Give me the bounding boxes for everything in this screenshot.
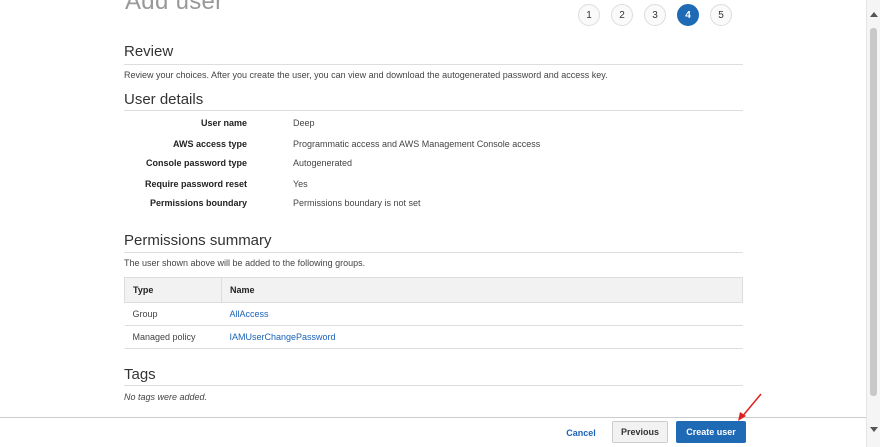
- add-user-review-page: Add user 1 2 3 4 5 Review Review your ch…: [0, 0, 880, 447]
- row-type: Group: [124, 302, 222, 326]
- previous-button[interactable]: Previous: [612, 421, 668, 443]
- table-row: Group AllAccess: [124, 302, 743, 326]
- aws-access-type-value: Programmatic access and AWS Management C…: [293, 139, 541, 149]
- console-password-type-value: Autogenerated: [293, 158, 353, 168]
- permissions-boundary-label: Permissions boundary: [149, 198, 247, 208]
- scroll-up-arrow-icon[interactable]: [870, 12, 878, 17]
- annotation-arrow-icon: [738, 393, 762, 421]
- step-1[interactable]: 1: [578, 4, 600, 26]
- table-row: Managed policy IAMUserChangePassword: [124, 325, 743, 349]
- user-name-label: User name: [200, 118, 247, 128]
- row-name-link[interactable]: IAMUserChangePassword: [221, 325, 743, 349]
- tags-heading: Tags: [124, 366, 156, 383]
- scroll-down-arrow-icon[interactable]: [870, 427, 878, 432]
- row-name-link[interactable]: AllAccess: [221, 302, 743, 326]
- step-5[interactable]: 5: [710, 4, 732, 26]
- review-description: Review your choices. After you create th…: [124, 70, 608, 80]
- row-type: Managed policy: [124, 325, 222, 349]
- step-3[interactable]: 3: [644, 4, 666, 26]
- column-header-type[interactable]: Type: [124, 277, 222, 303]
- permissions-table: Type Name Group AllAccess Managed policy…: [124, 277, 743, 349]
- step-4-active[interactable]: 4: [677, 4, 699, 26]
- create-user-button[interactable]: Create user: [676, 421, 746, 443]
- permissions-summary-heading: Permissions summary: [124, 232, 272, 249]
- require-password-reset-value: Yes: [293, 179, 308, 189]
- wizard-steps: 1 2 3 4 5: [578, 4, 743, 26]
- page-title: Add user: [125, 0, 224, 15]
- tags-empty-text: No tags were added.: [124, 392, 208, 402]
- user-name-value: Deep: [293, 118, 315, 128]
- user-details-divider: [124, 110, 743, 111]
- vertical-scrollbar[interactable]: [866, 0, 880, 447]
- review-divider: [124, 64, 743, 65]
- scroll-thumb[interactable]: [870, 28, 877, 396]
- aws-access-type-label: AWS access type: [172, 139, 247, 149]
- require-password-reset-label: Require password reset: [144, 179, 247, 189]
- column-header-name[interactable]: Name: [221, 277, 743, 303]
- step-2[interactable]: 2: [611, 4, 633, 26]
- tags-divider: [124, 385, 743, 386]
- user-details-heading: User details: [124, 91, 204, 108]
- permissions-boundary-value: Permissions boundary is not set: [293, 198, 421, 208]
- table-header-row: Type Name: [124, 277, 743, 303]
- permissions-divider: [124, 252, 743, 253]
- permissions-description: The user shown above will be added to th…: [124, 258, 366, 268]
- review-heading: Review: [124, 43, 174, 60]
- console-password-type-label: Console password type: [145, 158, 247, 168]
- cancel-button[interactable]: Cancel: [563, 423, 599, 443]
